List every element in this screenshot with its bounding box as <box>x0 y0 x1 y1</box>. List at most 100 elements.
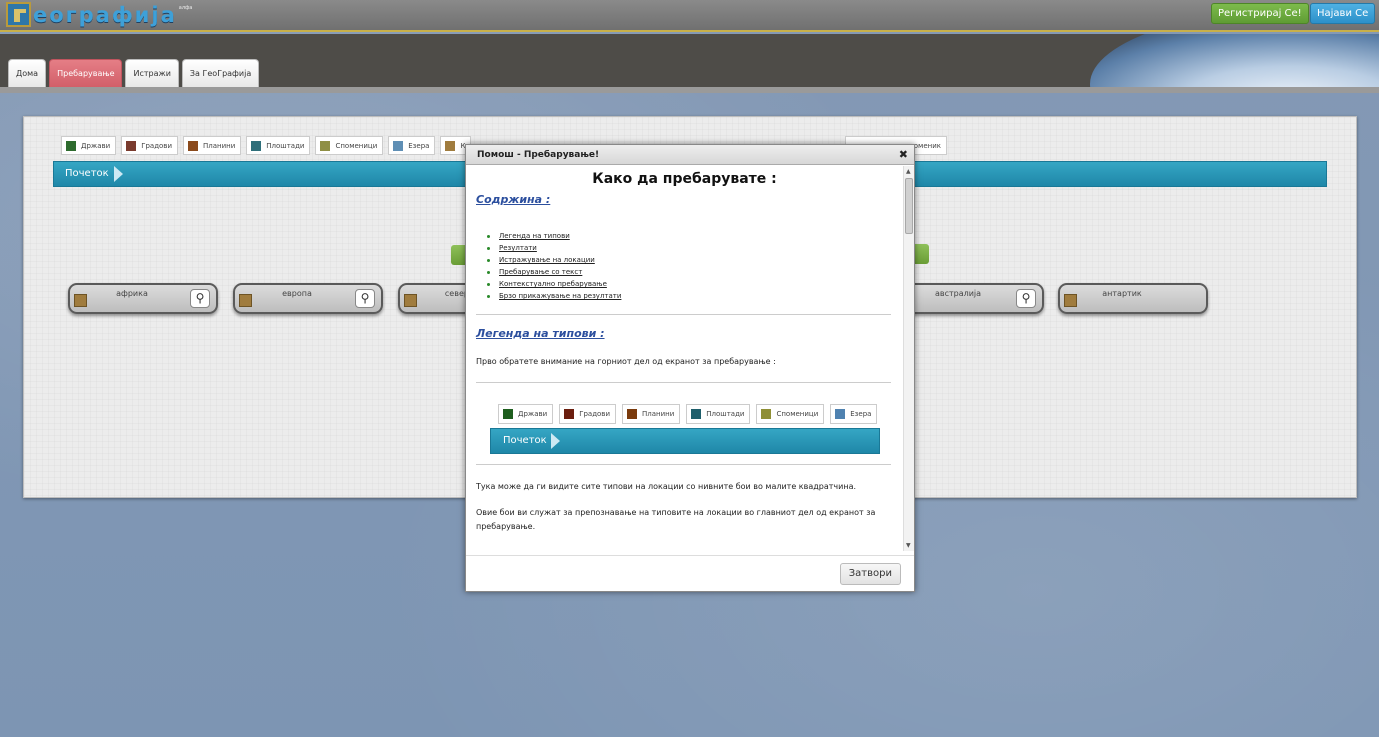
example-legend-item: Езера <box>830 404 878 424</box>
example-legend-item: Градови <box>559 404 616 424</box>
color-swatch <box>445 140 456 151</box>
legend-label: Планини <box>642 410 675 418</box>
type-legend: Држави Градови Планини Плоштади Спомениц… <box>61 136 472 155</box>
divider <box>476 464 891 465</box>
divider <box>476 314 891 315</box>
color-swatch <box>126 140 137 151</box>
legend-label: оменик <box>913 141 941 150</box>
close-button[interactable]: Затвори <box>839 563 901 585</box>
toc-link-explore[interactable]: Истражување на локации <box>487 254 621 266</box>
breadcrumb-home[interactable]: Почеток <box>65 162 109 186</box>
legend-item-squares[interactable]: Плоштади <box>246 136 311 155</box>
continent-card-australia[interactable]: австралија ⚲ <box>894 283 1044 314</box>
legend-item-cities[interactable]: Градови <box>121 136 178 155</box>
chevron-right-icon <box>551 433 560 449</box>
color-swatch <box>564 409 575 419</box>
legend-label: Држави <box>81 141 111 150</box>
color-swatch <box>320 140 331 151</box>
legend-item-lakes[interactable]: Езера <box>388 136 436 155</box>
legend-heading: Легенда на типови : <box>476 327 605 340</box>
type-swatch <box>239 294 252 307</box>
color-swatch <box>66 140 76 151</box>
color-swatch <box>188 140 198 151</box>
dialog-body: Како да пребарувате : Содржина : Легенда… <box>466 166 903 551</box>
example-legend-item: Споменици <box>756 404 825 424</box>
continent-name: австралија <box>934 289 982 298</box>
type-swatch <box>74 294 87 307</box>
toc-link-text-search[interactable]: Пребарување со текст <box>487 266 621 278</box>
continent-name: антартик <box>1102 289 1142 298</box>
continent-card-africa[interactable]: африка ⚲ <box>68 283 218 314</box>
legend-item-monuments[interactable]: Споменици <box>315 136 384 155</box>
close-icon[interactable]: ✖ <box>899 145 908 165</box>
color-swatch <box>835 409 846 419</box>
logo-alpha-badge: алфа <box>178 5 193 11</box>
top-bar: еографија алфа Регистрирај Се! Најави Се <box>0 0 1379 32</box>
continent-name: африка <box>116 289 148 298</box>
example-legend-item: Планини <box>622 404 681 424</box>
continent-name: европа <box>282 289 312 298</box>
legend-label: Езера <box>850 410 872 418</box>
example-legend: Држави Градови Планини Плоштади Спомениц… <box>498 404 878 424</box>
toc-link-quick-results[interactable]: Брзо прикажување на резултати <box>487 290 621 302</box>
toc-link-context-search[interactable]: Контекстуално пребарување <box>487 278 621 290</box>
continent-card-europe[interactable]: европа ⚲ <box>233 283 383 314</box>
earth-banner-image <box>1090 34 1379 87</box>
tab-search[interactable]: Пребарување <box>49 59 123 87</box>
logo-text: еографија <box>33 3 177 27</box>
login-button[interactable]: Најави Се <box>1310 3 1376 24</box>
scroll-down-icon[interactable]: ▼ <box>906 542 911 549</box>
help-paragraph: Тука може да ги видите сите типови на ло… <box>476 482 857 491</box>
color-swatch <box>503 409 513 419</box>
legend-label: Езера <box>408 141 430 150</box>
help-dialog: Помош - Пребарување! ✖ Како да пребарува… <box>465 144 915 592</box>
scroll-up-icon[interactable]: ▲ <box>906 168 911 175</box>
logo[interactable]: еографија алфа <box>6 2 192 28</box>
search-icon[interactable]: ⚲ <box>1016 289 1036 308</box>
legend-label: Градови <box>579 410 610 418</box>
register-button[interactable]: Регистрирај Се! <box>1211 3 1309 24</box>
example-breadcrumb-label: Почеток <box>503 435 547 446</box>
legend-label: Држави <box>518 410 548 418</box>
tab-explore[interactable]: Истражи <box>125 59 179 87</box>
type-swatch <box>1064 294 1077 307</box>
divider <box>476 382 891 383</box>
example-legend-item: Држави <box>498 404 554 424</box>
tab-home[interactable]: Дома <box>8 59 47 87</box>
nav-divider <box>0 87 1379 93</box>
scroll-thumb[interactable] <box>905 178 913 234</box>
continent-card-antarctica[interactable]: антартик <box>1058 283 1208 314</box>
legend-label: Градови <box>141 141 172 150</box>
search-icon[interactable]: ⚲ <box>355 289 375 308</box>
tab-about[interactable]: За ГеоГрафија <box>181 59 260 87</box>
example-legend-item: Плоштади <box>686 404 751 424</box>
logo-icon <box>6 2 31 27</box>
help-heading: Како да пребарувате : <box>592 171 777 187</box>
contents-heading: Содржина : <box>476 193 551 206</box>
color-swatch <box>627 409 637 419</box>
toc-link-results[interactable]: Резултати <box>487 242 621 254</box>
legend-label: Плоштади <box>706 410 745 418</box>
dialog-title: Помош - Пребарување! <box>477 150 600 160</box>
dialog-header[interactable]: Помош - Пребарување! ✖ <box>466 145 914 165</box>
main-tabs: Дома Пребарување Истражи За ГеоГрафија <box>8 59 260 87</box>
legend-example-image: Држави Градови Планини Плоштади Спомениц… <box>489 402 881 454</box>
legend-label: Споменици <box>335 141 378 150</box>
legend-item-countries[interactable]: Држави <box>61 136 117 155</box>
example-breadcrumb: Почеток <box>490 428 880 454</box>
help-paragraph: Прво обратете внимание на горниот дел од… <box>476 357 776 366</box>
color-swatch <box>691 409 702 419</box>
dialog-scrollbar[interactable]: ▲ ▼ <box>903 166 914 551</box>
legend-item-mountains[interactable]: Планини <box>183 136 242 155</box>
help-paragraph: Овие бои ви служат за препознавање на ти… <box>476 508 876 531</box>
type-swatch <box>404 294 417 307</box>
chevron-right-icon <box>114 166 123 182</box>
color-swatch <box>761 409 772 419</box>
toc-link-legend[interactable]: Легенда на типови <box>487 230 621 242</box>
legend-label: Споменици <box>776 410 819 418</box>
legend-label: Планини <box>203 141 236 150</box>
table-of-contents: Легенда на типови Резултати Истражување … <box>487 230 621 302</box>
search-icon[interactable]: ⚲ <box>190 289 210 308</box>
color-swatch <box>251 140 262 151</box>
legend-label: Плоштади <box>266 141 305 150</box>
